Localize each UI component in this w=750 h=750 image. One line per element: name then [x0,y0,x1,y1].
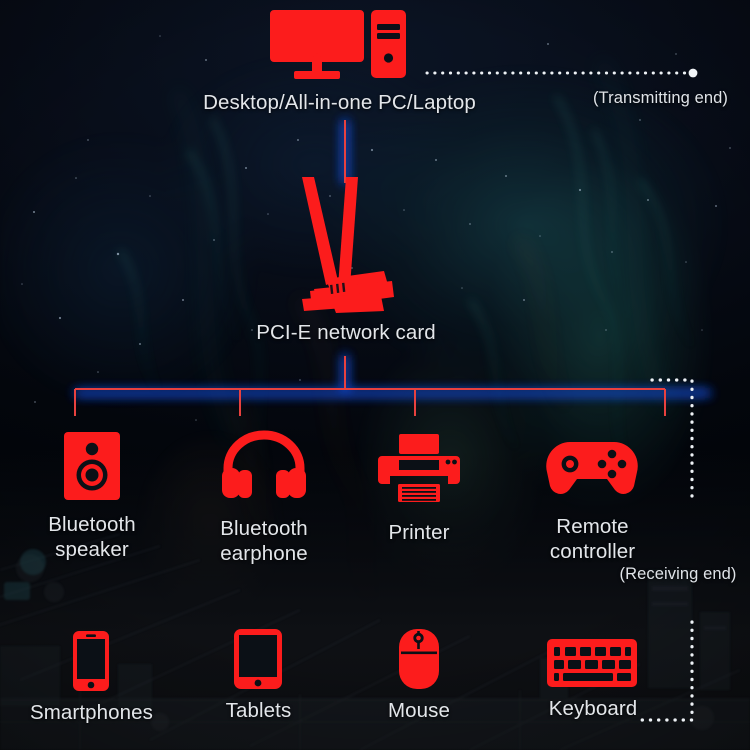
device-label: Bluetooth earphone [220,517,308,565]
keyboard-icon [547,639,637,687]
device-label: Tablets [225,699,292,722]
receiving-end-dotted-line-top [650,378,694,504]
headphones-icon [222,430,306,498]
device-label: Smartphones [29,701,154,724]
transmitting-end-dotted-line [425,68,698,78]
gamepad-icon [546,442,638,494]
mouse-icon [399,629,439,689]
tablet-icon [234,629,282,689]
device-label: Printer [388,521,450,544]
transmitting-end-note: (Transmitting end) [592,89,729,107]
printer-icon [378,434,460,502]
hub-label: PCI-E network card [256,321,436,344]
bluetooth-speaker-icon [64,432,120,500]
pcie-network-card-icon [302,177,394,313]
receiving-end-note: (Receiving end) [619,565,737,583]
desktop-computer-icon [270,10,406,79]
source-label: Desktop/All-in-one PC/Laptop [203,91,476,114]
diagram-canvas: Desktop/All-in-one PC/Laptop (Transmitti… [0,0,750,750]
device-label: Bluetooth speaker [48,513,136,561]
smartphone-icon [73,631,109,691]
device-label: Remote controller [549,515,636,563]
device-label: Keyboard [548,697,638,720]
device-label: Mouse [387,699,451,722]
